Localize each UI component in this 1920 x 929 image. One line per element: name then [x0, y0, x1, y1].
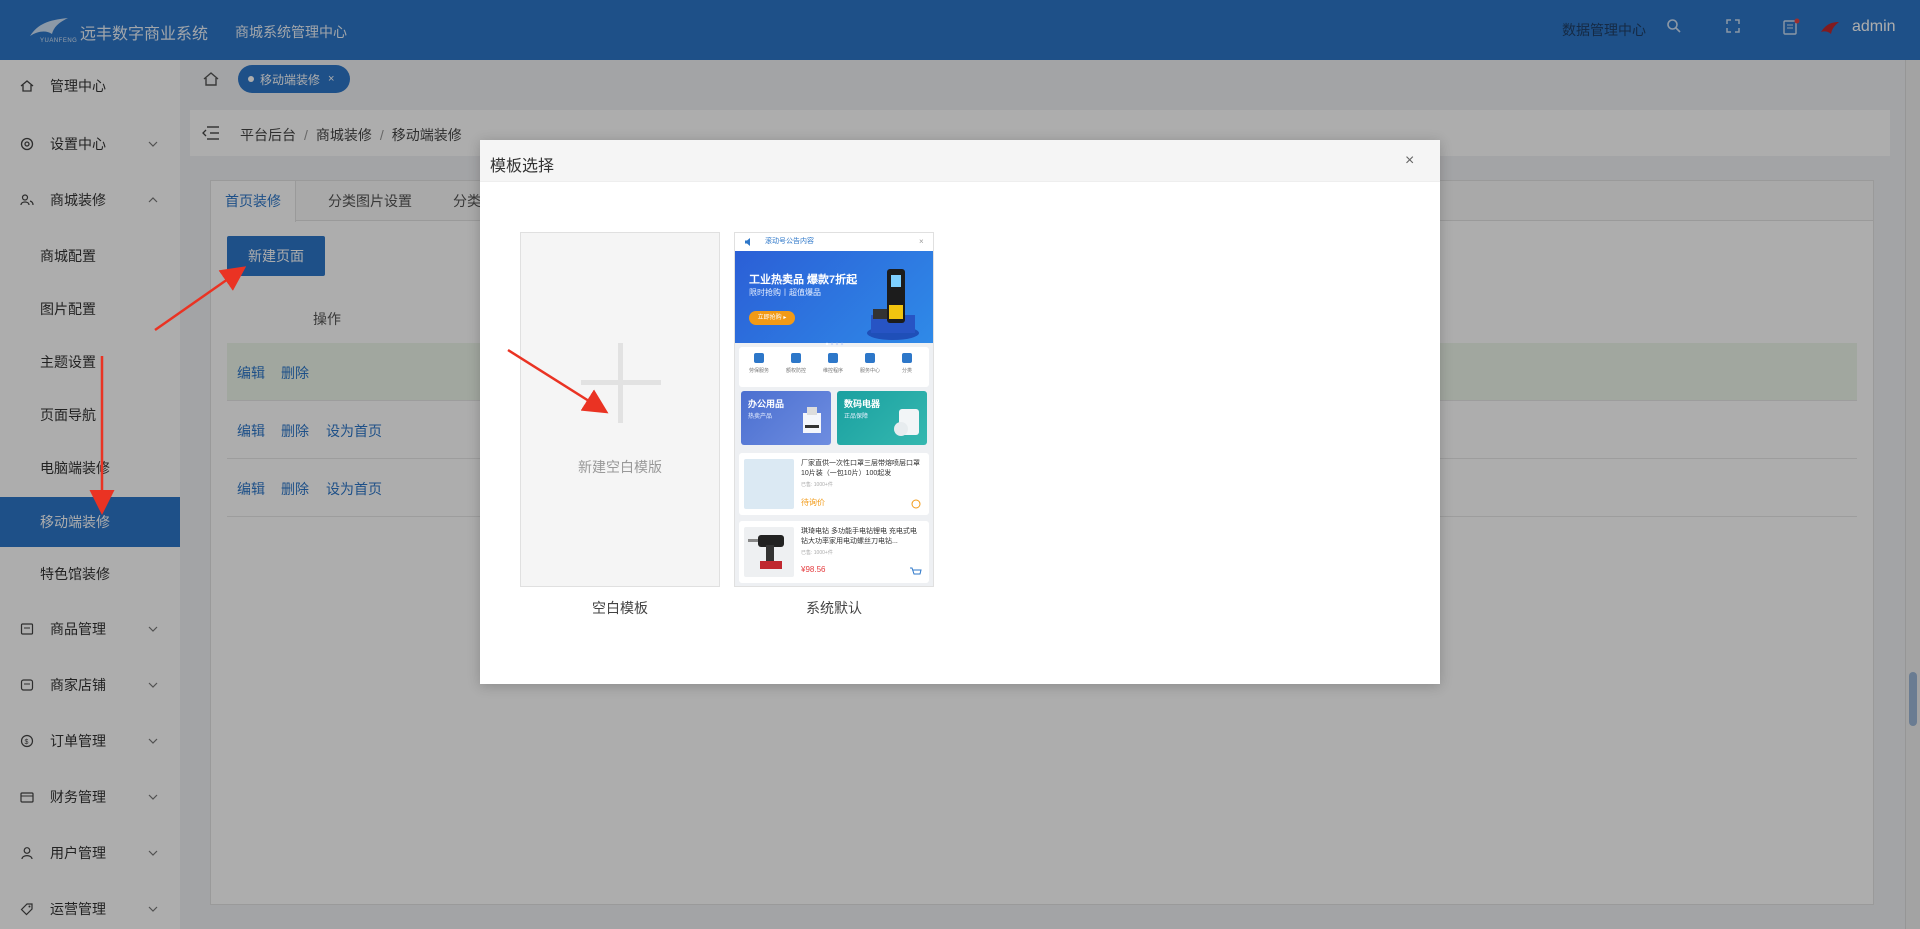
- chat-icon: [911, 499, 921, 509]
- product-sold: 已售: 1000+件: [801, 482, 833, 488]
- banner-subtitle: 限时抢购丨超值爆品: [749, 288, 821, 297]
- carousel-dots: [825, 333, 845, 346]
- preview-notice-text: 滚动号公告内容: [765, 238, 814, 245]
- preview-notice: 滚动号公告内容 ×: [735, 233, 933, 251]
- template-preview: 滚动号公告内容 × 工业热卖品 爆款7折起 限时抢购丨超值爆品 立即抢购 ▸ 劳…: [735, 233, 933, 586]
- preview-nav-item: 额权防控: [778, 351, 814, 374]
- default-template-card[interactable]: 滚动号公告内容 × 工业热卖品 爆款7折起 限时抢购丨超值爆品 立即抢购 ▸ 劳…: [734, 232, 934, 587]
- product-image: [744, 459, 794, 509]
- notice-close-icon: ×: [919, 237, 924, 246]
- banner-title: 工业热卖品 爆款7折起: [749, 274, 858, 286]
- blank-template-label: 空白模板: [592, 600, 648, 616]
- printer-image: [803, 407, 821, 433]
- dialog-header: 模板选择 ×: [480, 140, 1440, 182]
- category-subtitle: 热卖产品: [748, 414, 773, 420]
- preview-nav-item: 分类: [889, 351, 925, 374]
- close-icon[interactable]: ×: [1405, 152, 1414, 170]
- plus-icon-bar: [581, 380, 661, 385]
- product-name: 厂家直供一次性口罩三层带熔喷层口罩10片装（一包10片）100起发: [801, 460, 920, 477]
- preview-nav-item: 服务中心: [852, 351, 888, 374]
- banner-button: 立即抢购 ▸: [749, 311, 795, 325]
- product-price: 待询价: [801, 498, 825, 507]
- product-price: ¥98.56: [801, 565, 826, 574]
- template-select-dialog: 模板选择 × 新建空白模版 空白模板 滚动号公告内容 × 工业热卖品 爆款7折起…: [480, 140, 1440, 684]
- preview-category-office: 办公用品 热卖产品: [741, 391, 831, 445]
- speaker-icon: [745, 238, 750, 246]
- default-template-label: 系统默认: [806, 600, 862, 616]
- product-image: [744, 527, 794, 577]
- category-title: 数码电器: [844, 399, 881, 409]
- preview-product-card: 琪琦电钻 多功能手电钻锂电 充电式电钻大功率家用电动螺丝刀电钻... 已售: 1…: [739, 521, 929, 583]
- new-blank-template-text: 新建空白模版: [578, 459, 662, 475]
- banner-product-image: [867, 269, 919, 340]
- preview-nav-item: 劳保服务: [741, 351, 777, 374]
- preview-icon-row: 劳保服务 额权防控 维控程序 服务中心 分类: [739, 347, 929, 387]
- product-sold: 已售: 1000+件: [801, 550, 833, 556]
- preview-category-digital: 数码电器 正品保障: [837, 391, 927, 445]
- blank-template-card[interactable]: 新建空白模版: [520, 232, 720, 587]
- appliance-image: [894, 409, 919, 436]
- drill-image: [748, 535, 784, 569]
- preview-banner: 工业热卖品 爆款7折起 限时抢购丨超值爆品 立即抢购 ▸: [735, 251, 933, 346]
- cart-icon: [910, 567, 922, 575]
- preview-nav-item: 维控程序: [815, 351, 851, 374]
- category-subtitle: 正品保障: [844, 414, 869, 420]
- dialog-title: 模板选择: [490, 158, 555, 175]
- product-name: 琪琦电钻 多功能手电钻锂电 充电式电钻大功率家用电动螺丝刀电钻...: [801, 528, 917, 545]
- category-title: 办公用品: [748, 399, 785, 409]
- preview-product-card: 厂家直供一次性口罩三层带熔喷层口罩10片装（一包10片）100起发 已售: 10…: [739, 453, 929, 515]
